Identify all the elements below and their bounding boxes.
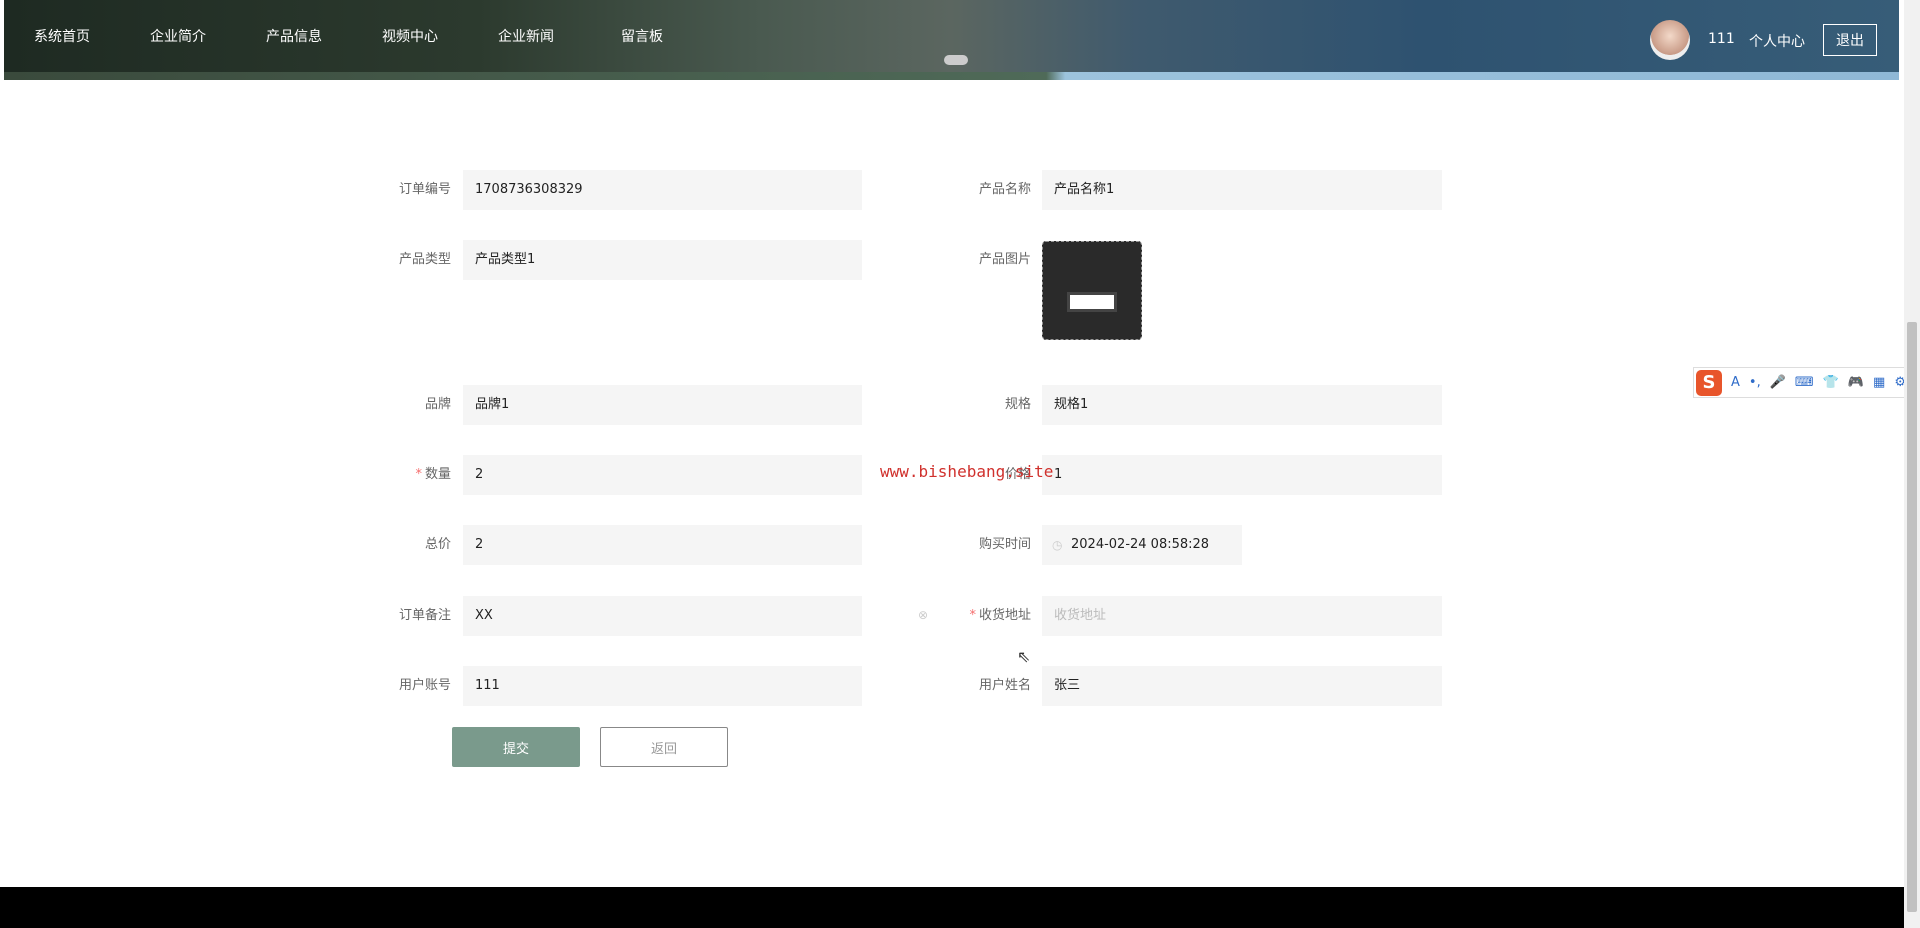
required-mark: * <box>415 467 422 482</box>
ime-skin-icon[interactable]: 👕 <box>1823 375 1839 390</box>
footer <box>0 887 1904 928</box>
product-name-input[interactable] <box>1042 170 1442 210</box>
required-mark: * <box>969 608 976 623</box>
product-image[interactable] <box>1042 241 1142 340</box>
spec-input[interactable] <box>1042 385 1442 425</box>
nav-products[interactable]: 产品信息 <box>236 26 352 46</box>
ime-voice-icon[interactable]: 🎤 <box>1770 375 1786 390</box>
nav-home[interactable]: 系统首页 <box>4 26 120 46</box>
product-type-input[interactable] <box>463 240 862 280</box>
back-button[interactable]: 返回 <box>600 727 728 767</box>
ime-apps-icon[interactable]: ▦ <box>1873 375 1885 390</box>
clock-icon: ◷ <box>1052 538 1063 552</box>
order-no-label: 订单编号 <box>398 182 451 197</box>
submit-button[interactable]: 提交 <box>452 727 580 767</box>
carousel-indicator[interactable] <box>944 55 968 65</box>
user-name-label: 用户姓名 <box>978 678 1031 693</box>
nav-about[interactable]: 企业简介 <box>120 26 236 46</box>
purchase-time-input[interactable] <box>1042 525 1242 565</box>
sogou-logo-icon[interactable]: S <box>1696 369 1722 396</box>
ime-keyboard-icon[interactable]: ⌨ <box>1795 375 1814 390</box>
quantity-label-text: 数量 <box>424 467 451 482</box>
banner-strip <box>4 72 1899 80</box>
watermark: www.bishebang.site <box>880 462 1054 481</box>
ime-punctuation-icon[interactable]: •, <box>1749 375 1761 390</box>
remark-label: 订单备注 <box>398 608 451 623</box>
order-no-input[interactable] <box>463 170 862 210</box>
brand-input[interactable] <box>463 385 862 425</box>
address-label: * 收货地址 <box>911 596 1031 636</box>
product-type-label: 产品类型 <box>398 252 451 267</box>
spec-label: 规格 <box>1004 397 1031 412</box>
nav-news[interactable]: 企业新闻 <box>468 26 584 46</box>
main-nav: 系统首页 企业简介 产品信息 视频中心 企业新闻 留言板 <box>4 26 700 46</box>
logout-button[interactable]: 退出 <box>1823 24 1877 56</box>
account-input[interactable] <box>463 666 862 706</box>
purchase-time-label: 购买时间 <box>978 537 1031 552</box>
brand-label: 品牌 <box>424 397 451 412</box>
quantity-label: * 数量 <box>331 455 451 495</box>
account-label: 用户账号 <box>398 678 451 693</box>
ime-game-icon[interactable]: 🎮 <box>1848 375 1864 390</box>
price-input[interactable] <box>1042 455 1442 495</box>
mouse-cursor-icon: ⇖ <box>1017 647 1031 666</box>
profile-link[interactable]: 个人中心 <box>1749 31 1805 51</box>
address-label-text: 收货地址 <box>978 608 1031 623</box>
remark-input[interactable] <box>463 596 862 636</box>
ime-toolbar: S A •, 🎤 ⌨ 👕 🎮 ▦ ⚙ <box>1693 367 1920 398</box>
quantity-input[interactable] <box>463 455 862 495</box>
total-input[interactable] <box>463 525 862 565</box>
top-banner: 系统首页 企业简介 产品信息 视频中心 企业新闻 留言板 111 个人中心 退出 <box>4 0 1899 80</box>
scrollbar-thumb[interactable] <box>1907 322 1917 912</box>
nav-videos[interactable]: 视频中心 <box>352 26 468 46</box>
total-label: 总价 <box>424 537 451 552</box>
avatar[interactable] <box>1650 20 1690 60</box>
username: 111 <box>1708 31 1735 47</box>
product-image-label: 产品图片 <box>978 252 1031 267</box>
nav-messages[interactable]: 留言板 <box>584 26 700 46</box>
scrollbar[interactable] <box>1904 0 1920 928</box>
user-name-input[interactable] <box>1042 666 1442 706</box>
ime-language-icon[interactable]: A <box>1731 375 1740 390</box>
product-name-label: 产品名称 <box>978 182 1031 197</box>
address-input[interactable] <box>1042 596 1442 636</box>
